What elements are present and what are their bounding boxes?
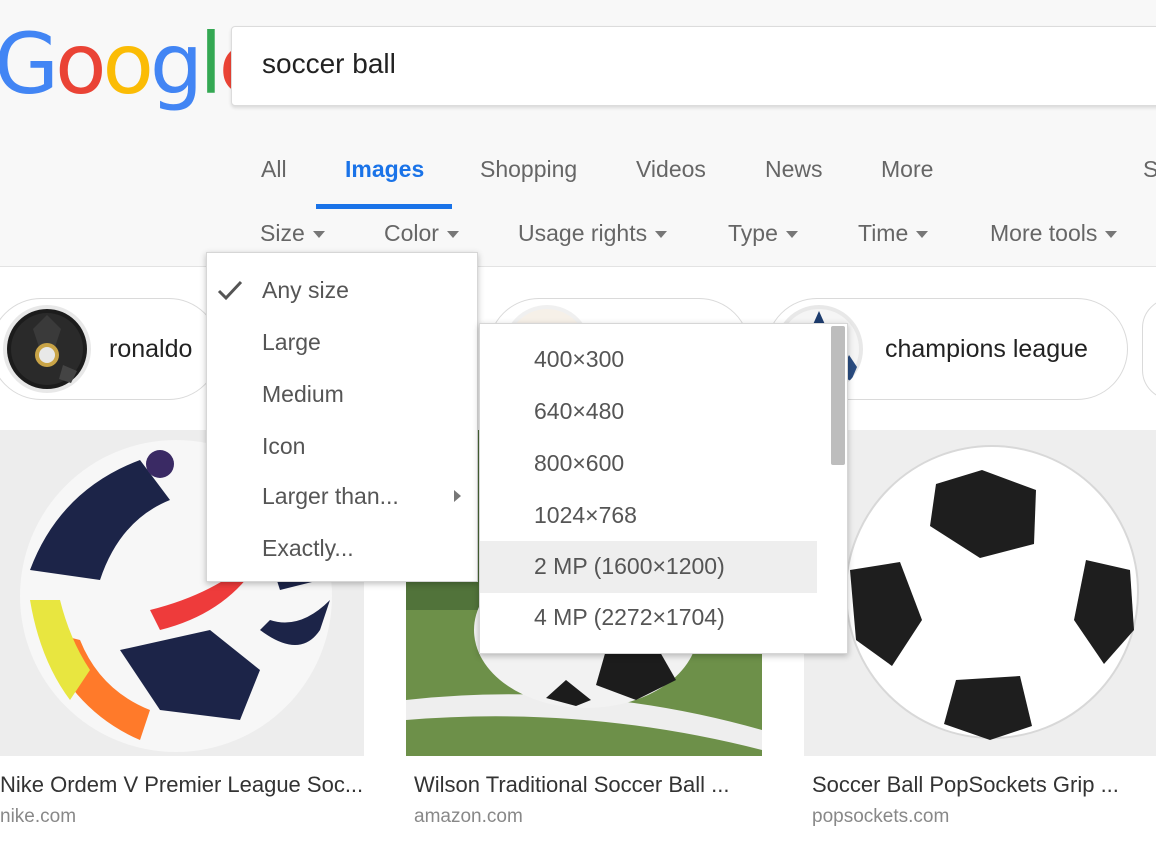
- tool-label: Color: [384, 220, 439, 246]
- tab-news[interactable]: News: [765, 156, 823, 183]
- larger-than-option-hovered[interactable]: 2 MP (1600×1200): [480, 541, 817, 593]
- submenu-scrollbar-thumb[interactable]: [831, 326, 845, 465]
- more-tools-button[interactable]: More tools: [990, 220, 1118, 247]
- larger-than-submenu: 400×300 640×480 800×600 1024×768 2 MP (1…: [479, 323, 848, 654]
- tab-shopping[interactable]: Shopping: [480, 156, 577, 183]
- larger-than-option[interactable]: 640×480: [480, 386, 817, 438]
- tool-label: Type: [728, 220, 778, 246]
- menu-item-label: 4 MP (2272×1704): [534, 604, 725, 630]
- result-title[interactable]: Nike Ordem V Premier League Soc...: [0, 772, 363, 798]
- usage-rights-filter-button[interactable]: Usage rights: [518, 220, 668, 247]
- larger-than-option[interactable]: 4 MP (2272×1704): [480, 592, 817, 644]
- chip-label: champions league: [885, 335, 1088, 363]
- result-image-popsockets[interactable]: [804, 430, 1156, 756]
- size-option-exactly[interactable]: Exactly...: [207, 523, 477, 575]
- menu-item-label: Medium: [262, 381, 344, 407]
- search-input[interactable]: [260, 47, 1064, 81]
- type-filter-button[interactable]: Type: [728, 220, 798, 247]
- tab-videos[interactable]: Videos: [636, 156, 706, 183]
- caret-down-icon: [916, 231, 929, 239]
- size-option-medium[interactable]: Medium: [207, 369, 477, 421]
- tab-settings[interactable]: S: [1143, 156, 1156, 183]
- result-source: amazon.com: [414, 806, 523, 827]
- chip-thumbnail: [3, 305, 91, 393]
- menu-item-label: 2 MP (1600×1200): [534, 553, 725, 579]
- size-option-larger-than[interactable]: Larger than...: [207, 471, 477, 523]
- larger-than-option[interactable]: 800×600: [480, 438, 817, 490]
- menu-item-label: 800×600: [534, 450, 625, 476]
- result-title[interactable]: Wilson Traditional Soccer Ball ...: [414, 772, 729, 798]
- related-chip-partial[interactable]: [1142, 298, 1156, 400]
- tool-label: Time: [858, 220, 909, 246]
- tab-all[interactable]: All: [261, 156, 287, 183]
- caret-down-icon: [785, 231, 798, 239]
- logo-letter: o: [55, 15, 106, 113]
- result-source: nike.com: [0, 806, 77, 827]
- caret-down-icon: [1105, 231, 1118, 239]
- time-filter-button[interactable]: Time: [858, 220, 929, 247]
- caret-down-icon: [312, 231, 325, 239]
- google-logo[interactable]: Google: [0, 15, 270, 113]
- menu-item-label: 400×300: [534, 346, 625, 372]
- check-icon: [217, 280, 243, 301]
- menu-item-label: Larger than...: [262, 483, 399, 509]
- size-menu: Any size Large Medium Icon Larger than..…: [206, 252, 478, 582]
- menu-item-label: Icon: [262, 433, 306, 459]
- menu-item-label: Exactly...: [262, 535, 354, 561]
- color-filter-button[interactable]: Color: [384, 220, 459, 247]
- menu-item-label: 640×480: [534, 398, 625, 424]
- logo-letter: l: [199, 15, 222, 113]
- caret-down-icon: [655, 231, 668, 239]
- size-option-icon[interactable]: Icon: [207, 421, 477, 473]
- active-tab-indicator: [316, 204, 452, 209]
- menu-item-label: Large: [262, 329, 321, 355]
- logo-letter: G: [0, 15, 59, 113]
- related-chip-ronaldo[interactable]: ronaldo: [0, 298, 220, 400]
- size-option-large[interactable]: Large: [207, 317, 477, 369]
- size-filter-button[interactable]: Size: [260, 220, 325, 247]
- tool-label: Usage rights: [518, 220, 648, 246]
- menu-item-label: Any size: [262, 277, 349, 303]
- size-option-any[interactable]: Any size: [207, 265, 477, 317]
- menu-item-label: 1024×768: [534, 502, 637, 528]
- tab-images[interactable]: Images: [345, 156, 424, 183]
- result-title[interactable]: Soccer Ball PopSockets Grip ...: [812, 772, 1119, 798]
- tab-more[interactable]: More: [881, 156, 933, 183]
- logo-letter: g: [149, 15, 203, 113]
- result-source: popsockets.com: [812, 806, 950, 827]
- chevron-right-icon: [454, 490, 461, 502]
- tool-label: More tools: [990, 220, 1098, 246]
- tool-label: Size: [260, 220, 305, 246]
- larger-than-option[interactable]: 1024×768: [480, 490, 817, 542]
- caret-down-icon: [446, 231, 459, 239]
- chip-label: ronaldo: [109, 335, 193, 363]
- logo-letter: o: [102, 15, 154, 113]
- larger-than-option[interactable]: 400×300: [480, 334, 817, 386]
- search-box[interactable]: [231, 26, 1156, 106]
